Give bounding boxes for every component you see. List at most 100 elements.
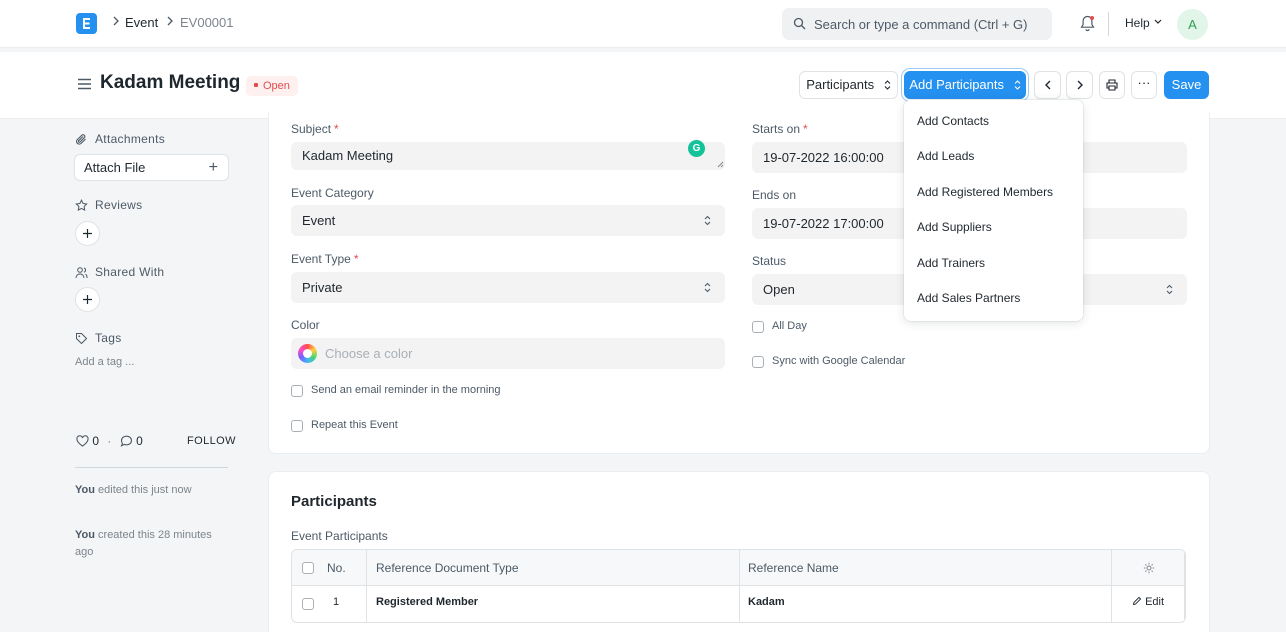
shared-with-heading: Shared With (75, 265, 164, 279)
row-edit-label: Edit (1145, 596, 1165, 608)
attach-file-label: Attach File (84, 160, 146, 175)
breadcrumb-document[interactable]: EV00001 (180, 15, 234, 30)
select-arrows-icon (704, 215, 711, 226)
grammarly-icon[interactable]: G (688, 140, 705, 157)
page-head: Kadam Meeting Open Participants Add Part… (0, 52, 1286, 119)
search-input[interactable] (814, 8, 1044, 40)
pencil-icon (1132, 596, 1142, 606)
reviews-heading: Reviews (75, 198, 142, 212)
plus-icon (83, 295, 92, 304)
row-doc-type[interactable]: Registered Member (376, 596, 478, 608)
event-type-label-text: Event Type (291, 252, 351, 266)
print-button[interactable] (1099, 71, 1125, 99)
activity-user: You (75, 484, 95, 496)
resize-handle-icon[interactable] (717, 161, 724, 168)
star-icon (75, 199, 88, 212)
all-day-label: All Day (772, 320, 807, 332)
save-button[interactable]: Save (1164, 71, 1209, 99)
sync-google-checkbox[interactable] (752, 356, 764, 368)
previous-button[interactable] (1034, 71, 1061, 99)
select-arrows-icon (1014, 79, 1021, 90)
row-divider (292, 586, 1185, 587)
repeat-event-label: Repeat this Event (311, 419, 398, 431)
participants-section-title: Participants (291, 493, 377, 510)
add-tag-link[interactable]: Add a tag ... (75, 356, 134, 368)
row-number: 1 (333, 596, 340, 608)
status-badge: Open (246, 76, 298, 96)
all-day-checkbox[interactable] (752, 321, 764, 333)
send-reminder-checkbox[interactable] (291, 385, 303, 397)
menu-item-add-trainers[interactable]: Add Trainers (917, 256, 985, 270)
select-all-checkbox[interactable] (302, 562, 314, 574)
select-arrows-icon (704, 282, 711, 293)
settings-gear-icon[interactable] (1143, 562, 1155, 574)
app-logo[interactable] (76, 13, 97, 34)
required-mark: * (334, 122, 339, 136)
navbar: Event EV00001 Help A (0, 0, 1286, 48)
menu-item-add-registered-members[interactable]: Add Registered Members (917, 185, 1053, 199)
shared-with-label: Shared With (95, 265, 165, 279)
menu-item-add-leads[interactable]: Add Leads (917, 149, 974, 163)
add-participants-label: Add Participants (909, 77, 1005, 92)
event-category-label: Event Category (291, 186, 374, 200)
row-reference-name[interactable]: Kadam (748, 596, 785, 608)
separator-dot: · (107, 434, 112, 448)
comment-icon[interactable] (120, 435, 133, 447)
subject-input[interactable]: Kadam Meeting (291, 142, 725, 170)
status-value: Open (763, 282, 795, 297)
activity-text: edited this just now (94, 484, 192, 496)
color-label: Color (291, 318, 320, 332)
likes-comments: 0 · 0 (76, 434, 143, 448)
status-dot (254, 83, 258, 88)
search-bar[interactable] (782, 8, 1052, 40)
repeat-event-checkbox[interactable] (291, 420, 303, 432)
bell-icon[interactable] (1080, 15, 1095, 32)
attachments-label: Attachments (95, 132, 165, 146)
event-participants-label: Event Participants (291, 529, 388, 543)
help-label: Help (1125, 16, 1150, 30)
page-title: Kadam Meeting (100, 72, 241, 93)
event-category-select[interactable]: Event (291, 205, 725, 236)
color-picker-input[interactable]: Choose a color (291, 338, 725, 369)
activity-item: You edited this just now (75, 482, 225, 499)
event-type-select[interactable]: Private (291, 272, 725, 303)
likes-count: 0 (92, 434, 100, 448)
add-participants-button[interactable]: Add Participants (904, 71, 1026, 99)
menu-item-add-sales-partners[interactable]: Add Sales Partners (917, 291, 1020, 305)
menu-item-add-contacts[interactable]: Add Contacts (917, 114, 989, 128)
send-reminder-label: Send an email reminder in the morning (311, 384, 501, 396)
color-wheel-icon (298, 344, 317, 363)
chevron-down-icon (1154, 19, 1162, 24)
avatar[interactable]: A (1177, 9, 1208, 40)
activity-user: You (75, 529, 95, 541)
activity-text: created this 28 minutes ago (75, 529, 212, 558)
more-actions-button[interactable]: ··· (1131, 71, 1157, 99)
column-header-no: No. (327, 561, 346, 575)
users-icon (75, 267, 88, 279)
plus-icon (83, 229, 92, 238)
printer-icon (1106, 79, 1118, 91)
sync-google-label: Sync with Google Calendar (772, 355, 906, 367)
event-type-label: Event Type * (291, 252, 359, 266)
menu-item-add-suppliers[interactable]: Add Suppliers (917, 220, 992, 234)
required-mark: * (353, 252, 359, 266)
column-header-reference-name: Reference Name (748, 561, 839, 575)
subject-label: Subject * (291, 122, 339, 136)
row-edit-button[interactable]: Edit (1132, 596, 1164, 608)
add-review-button[interactable] (75, 221, 100, 246)
participants-select-button[interactable]: Participants (799, 71, 898, 99)
ends-on-label: Ends on (752, 188, 797, 202)
chevron-right-icon (1077, 80, 1083, 90)
color-placeholder: Choose a color (325, 346, 413, 361)
breadcrumb-event[interactable]: Event (125, 15, 158, 30)
event-category-value: Event (302, 213, 336, 228)
add-share-button[interactable] (75, 287, 100, 312)
heart-icon[interactable] (76, 435, 89, 447)
attach-file-button[interactable]: Attach File + (74, 154, 229, 181)
row-checkbox[interactable] (302, 598, 314, 610)
hamburger-icon[interactable] (77, 78, 92, 90)
comments-count: 0 (136, 434, 143, 448)
next-button[interactable] (1066, 71, 1093, 99)
follow-button[interactable]: FOLLOW (187, 435, 236, 447)
help-menu[interactable]: Help (1125, 16, 1162, 30)
